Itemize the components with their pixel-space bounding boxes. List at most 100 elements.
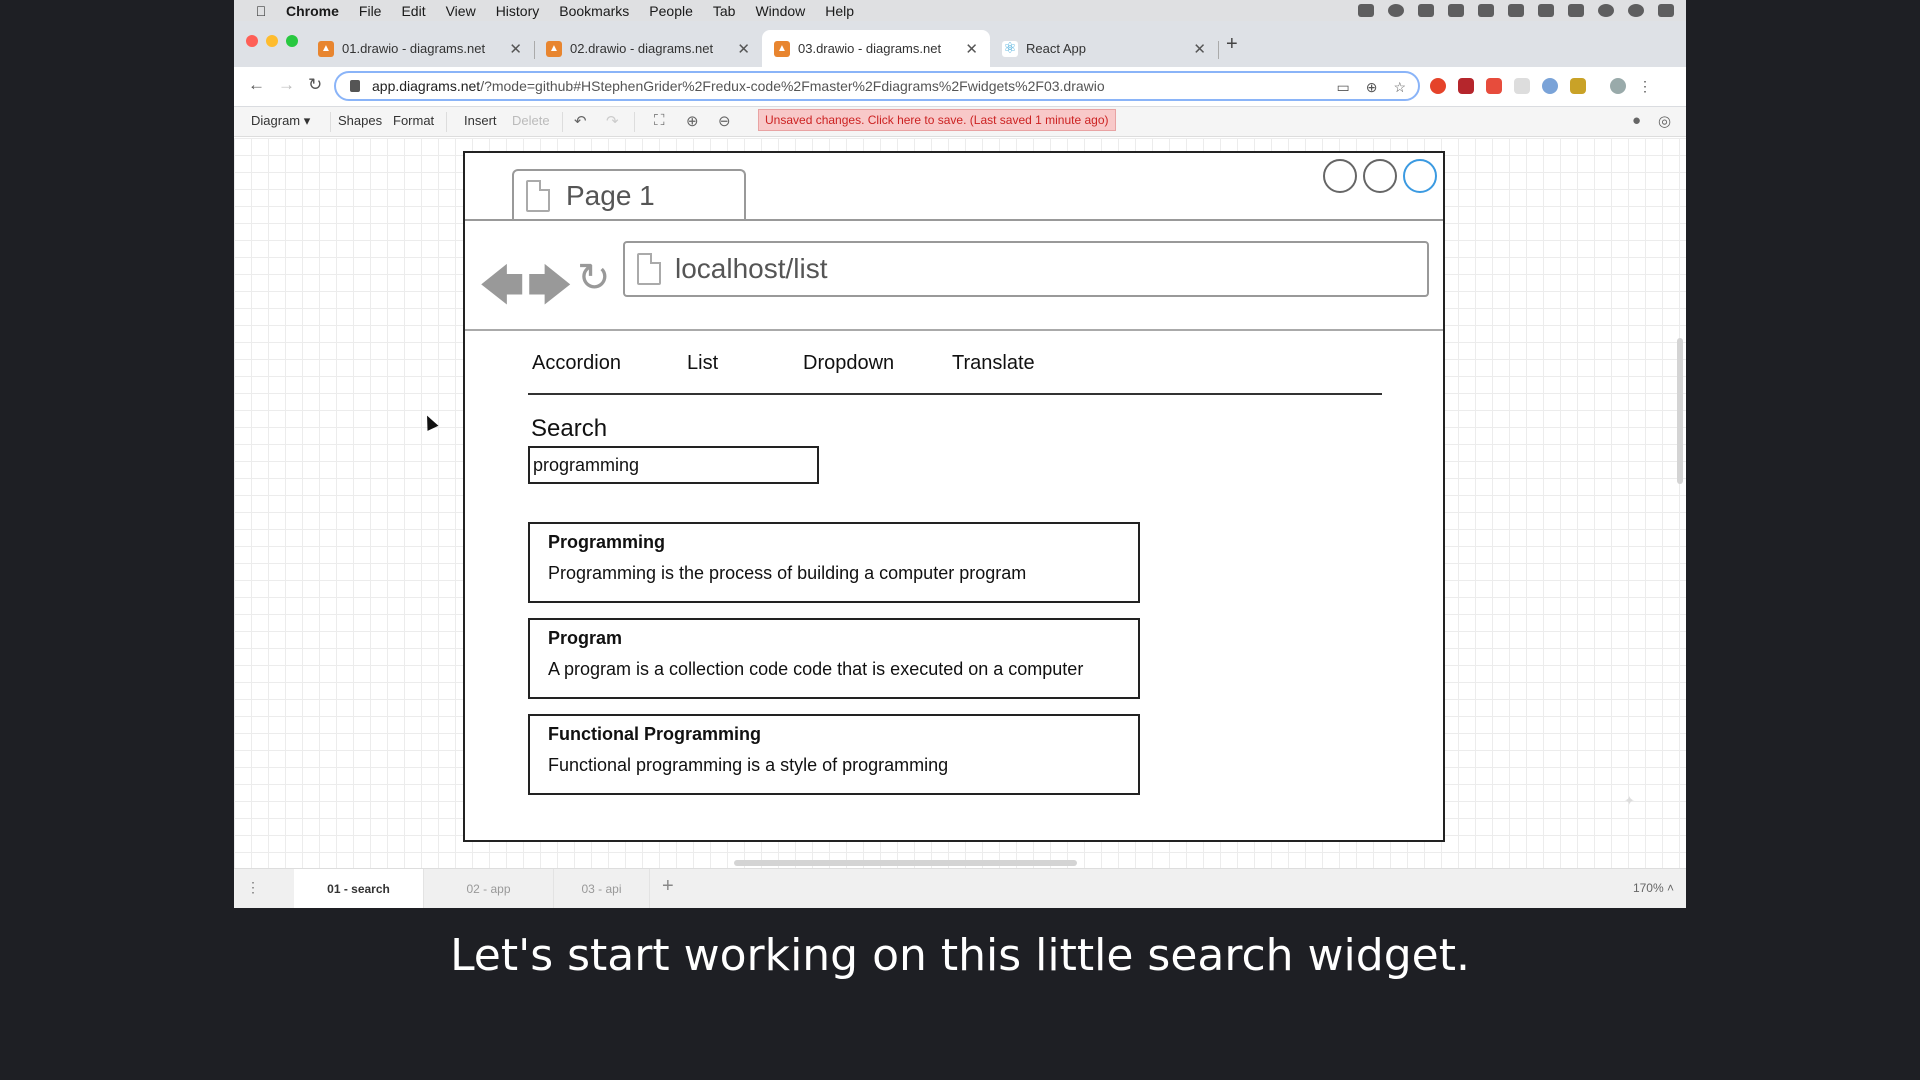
extension-icon[interactable] — [1486, 78, 1502, 94]
undo-icon[interactable]: ↶ — [574, 112, 587, 130]
widget-search-input[interactable]: programming — [528, 446, 819, 484]
close-icon[interactable]: ✕ — [509, 40, 522, 58]
vertical-scrollbar[interactable] — [1677, 338, 1683, 484]
bookmark-star-icon[interactable]: ☆ — [1393, 79, 1406, 96]
address-bar[interactable]: app.diagrams.net/?mode=github#HStephenGr… — [334, 71, 1420, 101]
profile-avatar[interactable] — [1610, 78, 1626, 94]
drawio-toolbar: Diagram ▾ Shapes Format Insert Delete ↶ … — [234, 107, 1686, 137]
browser-tab-2[interactable]: ▲ 02.drawio - diagrams.net ✕ — [534, 30, 762, 67]
menu-view[interactable]: View — [436, 3, 486, 19]
horizontal-scrollbar[interactable] — [734, 860, 1077, 866]
kebab-menu-icon[interactable]: ⋮ — [1638, 78, 1652, 94]
extension-icon[interactable] — [1542, 78, 1558, 94]
result-description: A program is a collection code code that… — [548, 659, 1084, 679]
result-title: Program — [548, 628, 623, 648]
browser-toolbar: ← → ↻ app.diagrams.net/?mode=github#HSte… — [234, 67, 1686, 107]
browser-tabstrip: ▲ 01.drawio - diagrams.net ✕ ▲ 02.drawio… — [234, 21, 1686, 67]
url-host: app.diagrams.net — [372, 78, 481, 94]
redo-icon[interactable]: ↷ — [606, 112, 619, 130]
circle-shape[interactable] — [1323, 159, 1357, 193]
diagram-label: Diagram — [251, 113, 301, 128]
siri-icon[interactable] — [1628, 4, 1644, 17]
result-card[interactable]: Program A program is a collection code c… — [528, 618, 1140, 699]
glasses-icon[interactable] — [1448, 4, 1464, 17]
diagram-menu[interactable]: Diagram ▾ — [251, 113, 310, 129]
reload-icon[interactable]: ↻ — [308, 75, 322, 95]
cast-icon[interactable]: ▭ — [1336, 79, 1349, 96]
back-icon[interactable]: ← — [248, 75, 265, 95]
menu-history[interactable]: History — [486, 3, 550, 19]
close-icon[interactable]: ✕ — [737, 40, 750, 58]
circle-shape-selected[interactable] — [1403, 159, 1437, 193]
tab-divider — [1218, 41, 1219, 59]
delete-button[interactable]: Delete — [512, 113, 550, 128]
notification-center-icon[interactable] — [1658, 4, 1674, 17]
zoom-out-icon[interactable]: ⊖ — [718, 112, 731, 130]
result-card[interactable]: Functional Programming Functional progra… — [528, 714, 1140, 795]
cursor-status-icon[interactable] — [1418, 4, 1434, 17]
browser-tab-1[interactable]: ▲ 01.drawio - diagrams.net ✕ — [306, 30, 534, 67]
menu-tab[interactable]: Tab — [703, 3, 746, 19]
new-tab-button[interactable]: + — [1226, 33, 1238, 56]
wifi-icon[interactable] — [1538, 4, 1554, 17]
battery-icon[interactable] — [1568, 4, 1584, 17]
format-button[interactable]: Format — [393, 113, 434, 128]
fullscreen-icon[interactable]: ⛶ — [654, 112, 665, 129]
browser-mockup[interactable]: Page 1 🡄 🡆 ↻ localhost/list Accordion Li… — [463, 151, 1445, 842]
css-extension-icon[interactable] — [1570, 78, 1586, 94]
result-description: Functional programming is a style of pro… — [548, 755, 949, 775]
circle-shape[interactable] — [1363, 159, 1397, 193]
menu-help[interactable]: Help — [815, 3, 864, 19]
page-tab-02-app[interactable]: 02 - app — [424, 869, 554, 908]
mockup-page-tab[interactable]: Page 1 — [512, 169, 746, 221]
zoom-level[interactable]: 170% ˄ — [1633, 881, 1674, 895]
browser-tab-4[interactable]: ⚛ React App ✕ — [990, 30, 1218, 67]
mockup-window-buttons — [1323, 159, 1437, 193]
minimize-window-button[interactable] — [266, 35, 278, 47]
extensions: ⋮ — [1430, 78, 1652, 94]
page-tabs-bar: ⋮ 01 - search 02 - app 03 - api + 170% ˄ — [234, 868, 1686, 908]
menu-file[interactable]: File — [349, 3, 392, 19]
menu-bookmarks[interactable]: Bookmarks — [549, 3, 639, 19]
widget-nav-list[interactable]: List — [687, 352, 718, 375]
maximize-window-button[interactable] — [286, 35, 298, 47]
insert-button[interactable]: Insert — [464, 113, 497, 128]
menu-window[interactable]: Window — [745, 3, 815, 19]
close-window-button[interactable] — [246, 35, 258, 47]
lock-icon[interactable] — [350, 80, 360, 92]
widget-nav-dropdown[interactable]: Dropdown — [803, 352, 894, 375]
pages-menu-icon[interactable]: ⋮ — [246, 879, 260, 896]
diagram-canvas[interactable]: Page 1 🡄 🡆 ↻ localhost/list Accordion Li… — [234, 138, 1686, 868]
widget-nav-underline — [528, 393, 1382, 395]
mockup-url-bar[interactable]: localhost/list — [623, 241, 1429, 297]
display-icon[interactable] — [1508, 4, 1524, 17]
apple-icon[interactable]:  — [246, 3, 276, 19]
browser-tab-3-active[interactable]: ▲ 03.drawio - diagrams.net ✕ — [762, 30, 990, 67]
page-tab-03-api[interactable]: 03 - api — [554, 869, 650, 908]
menu-people[interactable]: People — [639, 3, 703, 19]
add-page-button[interactable]: + — [662, 875, 674, 898]
result-card[interactable]: Programming Programming is the process o… — [528, 522, 1140, 603]
widget-nav-translate[interactable]: Translate — [952, 352, 1035, 375]
widget-nav-accordion[interactable]: Accordion — [532, 352, 621, 375]
extension-icon[interactable] — [1514, 78, 1530, 94]
cloud-icon[interactable] — [1478, 4, 1494, 17]
page-tab-01-search[interactable]: 01 - search — [294, 869, 424, 908]
language-globe-icon[interactable]: ◎ — [1658, 112, 1671, 130]
forward-icon[interactable]: → — [278, 75, 295, 95]
divider — [446, 112, 447, 132]
install-icon[interactable]: ⊕ — [1366, 79, 1378, 96]
shapes-button[interactable]: Shapes — [338, 113, 382, 128]
menu-edit[interactable]: Edit — [391, 3, 435, 19]
unsaved-changes-banner[interactable]: Unsaved changes. Click here to save. (La… — [758, 109, 1116, 131]
spotlight-search-icon[interactable] — [1598, 4, 1614, 17]
app-status-icon[interactable] — [1388, 4, 1404, 17]
docker-icon[interactable] — [1358, 4, 1374, 17]
user-icon[interactable]: ● — [1632, 112, 1641, 129]
extension-icon[interactable] — [1458, 78, 1474, 94]
adblock-extension-icon[interactable] — [1430, 78, 1446, 94]
close-icon[interactable]: ✕ — [1193, 40, 1206, 58]
menu-app-name[interactable]: Chrome — [276, 3, 349, 19]
close-icon[interactable]: ✕ — [965, 40, 978, 58]
zoom-in-icon[interactable]: ⊕ — [686, 112, 699, 130]
